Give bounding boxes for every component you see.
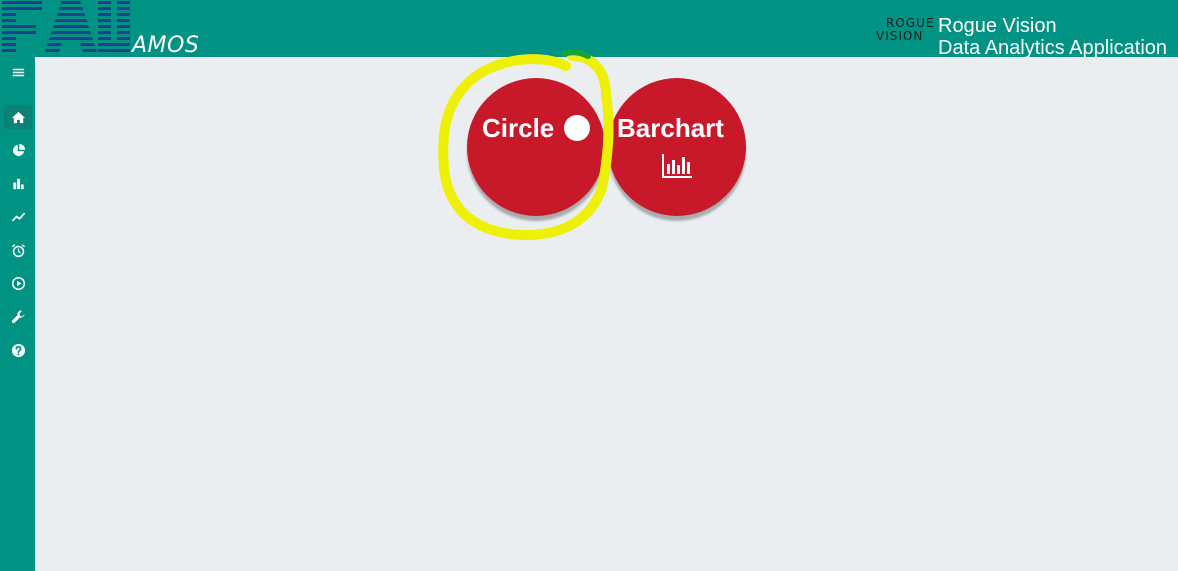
sidebar xyxy=(0,57,35,571)
app-title-line1: Rogue Vision xyxy=(938,15,1057,37)
rogue-vision-logo: ROGUE VISION xyxy=(874,15,936,47)
alarm-clock-icon xyxy=(11,243,25,257)
bar-chart-icon xyxy=(662,154,692,178)
sidebar-item-home[interactable] xyxy=(4,105,32,129)
bar-chart-icon xyxy=(12,178,24,189)
sidebar-item-play[interactable] xyxy=(4,271,32,295)
wrench-icon xyxy=(11,309,25,323)
sidebar-item-menu[interactable] xyxy=(4,60,32,84)
sidebar-item-bar-chart[interactable] xyxy=(4,171,32,195)
main-content: Circle Barchart xyxy=(35,57,1178,571)
circle-icon xyxy=(564,115,590,141)
sidebar-item-line-chart[interactable] xyxy=(4,204,32,228)
sidebar-item-help[interactable] xyxy=(4,338,32,362)
app-title: Rogue Vision Data Analytics Application xyxy=(938,15,1167,57)
home-icon xyxy=(11,111,25,123)
barchart-button[interactable]: Barchart xyxy=(608,78,746,216)
app-name: AMOS xyxy=(132,33,200,57)
sidebar-item-settings[interactable] xyxy=(4,304,32,328)
fau-logo xyxy=(2,1,130,52)
menu-icon xyxy=(12,68,24,76)
rogue-vision-logo-line2: VISION xyxy=(876,29,924,43)
circle-chart-button[interactable]: Circle xyxy=(467,78,605,216)
line-chart-icon xyxy=(11,212,25,221)
sidebar-item-pie-chart[interactable] xyxy=(4,138,32,162)
sidebar-item-alarm[interactable] xyxy=(4,238,32,262)
help-icon xyxy=(11,343,25,357)
app-title-line2: Data Analytics Application xyxy=(938,37,1168,57)
pie-chart-icon xyxy=(12,143,25,156)
app-header: AMOS ROGUE VISION Rogue Vision Data Anal… xyxy=(0,0,1178,57)
circle-button-label: Circle xyxy=(482,113,555,143)
barchart-button-label: Barchart xyxy=(617,113,724,143)
play-circle-icon xyxy=(11,276,25,290)
